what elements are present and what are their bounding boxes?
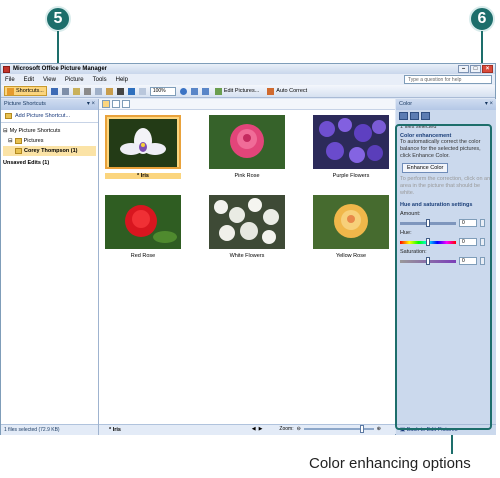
thumbnail-red-rose[interactable]: Red Rose bbox=[105, 195, 181, 259]
collapse-icon[interactable]: ⊟ bbox=[3, 128, 8, 134]
auto-correct-icon bbox=[267, 87, 275, 95]
print-icon[interactable] bbox=[61, 87, 69, 95]
callout-5: 5 bbox=[45, 6, 71, 32]
shortcut-tree: ⊟ My Picture Shortcuts ⊟ Pictures Corey … bbox=[1, 123, 98, 171]
menu-bar: File Edit View Picture Tools Help Type a… bbox=[1, 74, 495, 85]
single-view-icon[interactable] bbox=[122, 100, 130, 108]
pink-rose-image bbox=[209, 115, 285, 169]
tree-item-unsaved-edits[interactable]: Unsaved Edits (1) bbox=[3, 158, 96, 168]
right-pane-close-icon[interactable]: ▾ × bbox=[485, 99, 493, 110]
paste-icon[interactable] bbox=[105, 87, 113, 95]
thumbnail-area: * Iris Pink Rose Purple Flowers Red Rose… bbox=[99, 99, 395, 435]
zoom-out-icon[interactable]: ⊖ bbox=[297, 426, 301, 432]
menu-view[interactable]: View bbox=[43, 77, 56, 83]
edit-pictures-button[interactable]: Edit Pictures... bbox=[213, 86, 261, 96]
menu-picture[interactable]: Picture bbox=[65, 77, 84, 83]
zoom-in-icon[interactable]: ⊕ bbox=[377, 426, 381, 432]
shortcuts-button[interactable]: Shortcuts... bbox=[4, 86, 47, 96]
right-pane-header: Color ▾ × bbox=[396, 99, 496, 110]
title-bar: Microsoft Office Picture Manager – □ × bbox=[1, 64, 495, 74]
expand-icon[interactable]: ⊟ bbox=[8, 138, 13, 144]
picture-shortcuts-pane: Picture Shortcuts ▾ × Add Picture Shortc… bbox=[1, 99, 99, 435]
thumbnail-purple-flowers[interactable]: Purple Flowers bbox=[313, 115, 389, 179]
auto-correct-button[interactable]: Auto Correct bbox=[265, 86, 309, 96]
iris-image bbox=[109, 119, 177, 167]
app-icon bbox=[3, 65, 10, 73]
next-arrow-icon[interactable]: ▶ bbox=[259, 426, 263, 432]
zoom-label: Zoom: bbox=[279, 426, 294, 432]
add-picture-shortcut-link[interactable]: Add Picture Shortcut... bbox=[1, 110, 98, 123]
help-search-input[interactable]: Type a question for help bbox=[404, 75, 492, 84]
view-toolbar bbox=[99, 99, 395, 110]
copy-icon[interactable] bbox=[94, 87, 102, 95]
red-rose-image bbox=[105, 195, 181, 249]
menu-tools[interactable]: Tools bbox=[93, 77, 107, 83]
thumbnail-caption: * Iris bbox=[105, 173, 181, 179]
filmstrip-view-icon[interactable] bbox=[112, 100, 120, 108]
zoom-slider-thumb[interactable] bbox=[359, 425, 364, 433]
zoom-control: ◀ ▶ Zoom: ⊖ ⊕ bbox=[252, 425, 381, 433]
thumbnail-view-icon[interactable] bbox=[102, 100, 110, 108]
home-icon[interactable] bbox=[421, 112, 430, 120]
redo-icon[interactable] bbox=[138, 87, 146, 95]
yellow-rose-image bbox=[313, 195, 389, 249]
zoom-slider[interactable] bbox=[303, 425, 374, 433]
rotate-left-icon[interactable] bbox=[190, 87, 198, 95]
forward-icon[interactable] bbox=[410, 112, 419, 120]
thumbnail-caption: White Flowers bbox=[229, 253, 265, 259]
callout-6: 6 bbox=[469, 6, 495, 32]
delete-icon[interactable] bbox=[116, 87, 124, 95]
purple-flowers-image bbox=[313, 115, 389, 169]
white-flowers-image bbox=[209, 195, 285, 249]
zoom-select[interactable]: 100% bbox=[149, 86, 176, 96]
add-folder-icon bbox=[5, 113, 12, 119]
email-icon[interactable] bbox=[72, 87, 80, 95]
thumbnail-caption: Pink Rose bbox=[234, 173, 260, 179]
back-icon[interactable] bbox=[399, 112, 408, 120]
folder-icon bbox=[15, 148, 22, 154]
pane-nav bbox=[396, 110, 496, 122]
center-status-bar: * Iris ◀ ▶ Zoom: ⊖ ⊕ bbox=[99, 424, 395, 435]
selection-status: 1 files selected (72.9 KB) bbox=[1, 424, 98, 435]
toolbar: Shortcuts... 100% Edit Pictures... Auto … bbox=[1, 85, 495, 98]
current-file-label: * Iris bbox=[109, 427, 121, 433]
tree-item-corey-thompson[interactable]: Corey Thompson (1) bbox=[3, 146, 96, 156]
thumbnail-iris[interactable]: * Iris bbox=[105, 115, 181, 179]
rotate-right-icon[interactable] bbox=[201, 87, 209, 95]
tree-item-my-picture-shortcuts[interactable]: ⊟ My Picture Shortcuts bbox=[3, 126, 96, 136]
left-pane-header: Picture Shortcuts ▾ × bbox=[1, 99, 98, 110]
cut-icon[interactable] bbox=[83, 87, 91, 95]
left-pane-close-icon[interactable]: ▾ × bbox=[87, 99, 95, 110]
menu-edit[interactable]: Edit bbox=[24, 77, 34, 83]
help-icon[interactable] bbox=[179, 87, 187, 95]
prev-arrow-icon[interactable]: ◀ bbox=[252, 426, 256, 432]
close-button[interactable]: × bbox=[482, 65, 493, 73]
thumbnail-caption: Yellow Rose bbox=[335, 253, 367, 259]
maximize-button[interactable]: □ bbox=[470, 65, 481, 73]
tree-item-pictures[interactable]: ⊟ Pictures bbox=[3, 136, 96, 146]
thumbnail-yellow-rose[interactable]: Yellow Rose bbox=[313, 195, 389, 259]
edit-pictures-icon bbox=[214, 87, 222, 95]
window-title: Microsoft Office Picture Manager bbox=[13, 66, 108, 72]
thumbnail-pink-rose[interactable]: Pink Rose bbox=[209, 115, 285, 179]
folder-icon bbox=[14, 138, 22, 144]
thumbnail-white-flowers[interactable]: White Flowers bbox=[209, 195, 285, 259]
minimize-button[interactable]: – bbox=[458, 65, 469, 73]
thumbnail-caption: Red Rose bbox=[130, 253, 156, 259]
shortcuts-icon bbox=[7, 87, 14, 95]
caption-text: Color enhancing options bbox=[309, 455, 471, 472]
color-options-highlight bbox=[395, 124, 492, 430]
undo-icon[interactable] bbox=[127, 87, 135, 95]
thumbnail-caption: Purple Flowers bbox=[332, 173, 370, 179]
save-icon[interactable] bbox=[50, 87, 58, 95]
menu-help[interactable]: Help bbox=[116, 77, 128, 83]
menu-file[interactable]: File bbox=[5, 77, 15, 83]
